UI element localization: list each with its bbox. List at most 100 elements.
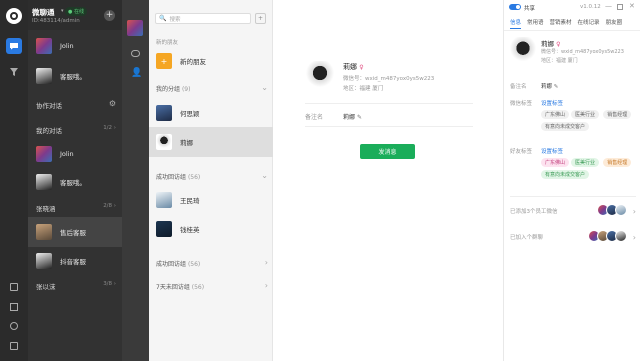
chat-item[interactable]: 抖音客服 [28, 246, 122, 276]
contacts-icon[interactable]: 👤 [131, 68, 142, 78]
avatar [36, 68, 52, 84]
groups-row[interactable]: 已加入个群聊 › [510, 229, 636, 245]
set-tag-link[interactable]: 设置标签 [541, 147, 563, 155]
status-badge[interactable]: ● 在线 [65, 7, 87, 16]
add-button[interactable]: + [104, 10, 115, 21]
dropdown-icon[interactable]: ▾ [61, 8, 64, 14]
new-friend-icon: + [156, 53, 172, 69]
search-input[interactable]: 🔍 搜索 [155, 13, 251, 24]
zhang-header[interactable]: 张晓涵 2/8 › [36, 203, 116, 213]
new-friends-item[interactable]: + 新的朋友 [149, 50, 273, 72]
chevron-right-icon: › [264, 281, 268, 290]
chevron-down-icon: ⌄ [261, 171, 268, 180]
new-friends-header: 新的朋友 [156, 40, 179, 46]
group-header[interactable]: 我的分组 (9) ⌄ [156, 83, 268, 94]
profile-main: 莉娜 ♀ 微信号：wxid_m487yox0ys5w223 地区：福建 厦门 备… [273, 0, 503, 361]
profile-avatar [305, 61, 335, 91]
share-toggle[interactable] [509, 4, 521, 10]
contacts-panel: 🔍 搜索 + 新的朋友 + 新的朋友 我的分组 (9) ⌄ 何思颖 莉娜 成功回… [149, 0, 273, 361]
tab-phrases[interactable]: 常用语 [527, 18, 544, 29]
side-region: 地区：福建 厦门 [541, 58, 578, 64]
tag: 广东佛山 [541, 158, 570, 167]
tab-info[interactable]: 信息 [510, 18, 522, 29]
collab-header[interactable]: 协作对话 ⚙ [36, 100, 116, 111]
staff-avatars [596, 204, 627, 218]
group-avatars [587, 230, 627, 244]
unvisit-header[interactable]: 7天未回访组 (56) › [156, 281, 268, 292]
doc-icon[interactable] [10, 283, 18, 291]
chat-item[interactable]: 客服哦。 [28, 61, 122, 91]
avatar [36, 146, 52, 162]
account-id: ID:483114/admin [32, 18, 80, 24]
chat-item[interactable]: Jolin [28, 31, 122, 61]
success2-header[interactable]: 成功回访组 (56) › [156, 259, 268, 269]
tab-marketing[interactable]: 营销素材 [550, 18, 572, 29]
add-contact-icon[interactable]: + [255, 13, 266, 24]
filter-icon[interactable] [8, 66, 20, 78]
avatar [36, 224, 52, 240]
chat-nav-icon[interactable] [6, 38, 22, 54]
info-side-panel: 共享 v1.0.12 — ✕ 信息 常用语 营销素材 在线记录 朋友圈 莉娜 ♀… [503, 0, 640, 361]
side-wechat: 微信号：wxid_m487yox0ys5w223 [541, 49, 624, 55]
chevron-right-icon: › [632, 232, 636, 242]
avatar [36, 253, 52, 269]
profile-name: 莉娜 ♀ [343, 63, 364, 71]
zhang2-header[interactable]: 张以沫 3/8 › [36, 281, 116, 291]
side-tabs: 信息 常用语 营销素材 在线记录 朋友圈 [510, 18, 628, 29]
wx-tag-label: 微信标签 [510, 101, 533, 107]
profile-wechat: 微信号：wxid_m487yox0ys5w223 [343, 76, 435, 82]
avatar [36, 38, 52, 54]
message-icon[interactable] [131, 50, 140, 57]
female-icon: ♀ [359, 64, 364, 71]
avatar [36, 174, 52, 190]
avatar [156, 221, 172, 237]
settings-icon[interactable] [10, 322, 18, 330]
chat-item[interactable]: 售后客服 [28, 217, 122, 247]
tag: 医美行业 [571, 158, 600, 167]
edit-icon[interactable] [10, 303, 18, 311]
gear-icon[interactable]: ⚙ [109, 100, 116, 110]
tag: 医美行业 [571, 110, 600, 119]
search-icon: 🔍 [159, 15, 167, 22]
side-name: 莉娜 ♀ [541, 40, 561, 48]
set-tag-link[interactable]: 设置标签 [541, 99, 563, 107]
logout-icon[interactable] [10, 342, 18, 350]
contact-item[interactable]: 钱桂英 [149, 216, 273, 242]
version-label: v1.0.12 [580, 4, 601, 10]
send-message-button[interactable]: 发消息 [360, 144, 415, 159]
tab-moments[interactable]: 朋友圈 [606, 18, 623, 29]
conversation-panel: 微聊通 ▾ ● 在线 ID:483114/admin + Jolin 客服哦。 … [28, 0, 122, 361]
tag: 广东佛山 [541, 110, 570, 119]
avatar [156, 134, 172, 150]
contact-item[interactable]: 何思颖 [149, 100, 273, 126]
friend-tag-list: 广东佛山 医美行业 销售经理有意向未成交客户 [541, 158, 637, 182]
chevron-right-icon: › [632, 206, 636, 216]
minimize-button[interactable]: — [605, 2, 612, 10]
nav-rail [0, 0, 28, 361]
side-note-value[interactable]: 莉娜 ✎ [541, 82, 558, 90]
tab-records[interactable]: 在线记录 [578, 18, 600, 29]
chat-item[interactable]: 客服哦。 [28, 167, 122, 197]
staff-row[interactable]: 已添加3个员工微信 › [510, 203, 636, 219]
chat-item[interactable]: Jolin [28, 139, 122, 169]
side-note-label: 备注名 [510, 84, 527, 90]
contact-item[interactable]: 莉娜 [149, 127, 273, 157]
pencil-icon[interactable]: ✎ [554, 84, 559, 90]
close-button[interactable]: ✕ [629, 2, 635, 10]
tag: 销售经理 [603, 110, 632, 119]
female-icon: ♀ [556, 41, 561, 48]
maximize-button[interactable] [617, 4, 623, 10]
pencil-icon[interactable]: ✎ [357, 114, 362, 121]
chevron-down-icon: ⌄ [261, 83, 268, 92]
note-value[interactable]: 莉娜 ✎ [343, 112, 362, 121]
avatar [156, 192, 172, 208]
friend-tag-label: 好友标签 [510, 149, 533, 155]
profile-region: 地区：福建 厦门 [343, 86, 384, 92]
note-label: 备注名 [305, 114, 324, 121]
side-avatar [509, 37, 537, 65]
success-header[interactable]: 成功回访组 (56) ⌄ [156, 171, 268, 182]
user-avatar[interactable] [127, 20, 143, 36]
contact-item[interactable]: 王民琦 [149, 187, 273, 213]
secondary-rail: 👤 [122, 0, 149, 361]
my-chats-header[interactable]: 我的对话 1/2 › [36, 125, 116, 135]
